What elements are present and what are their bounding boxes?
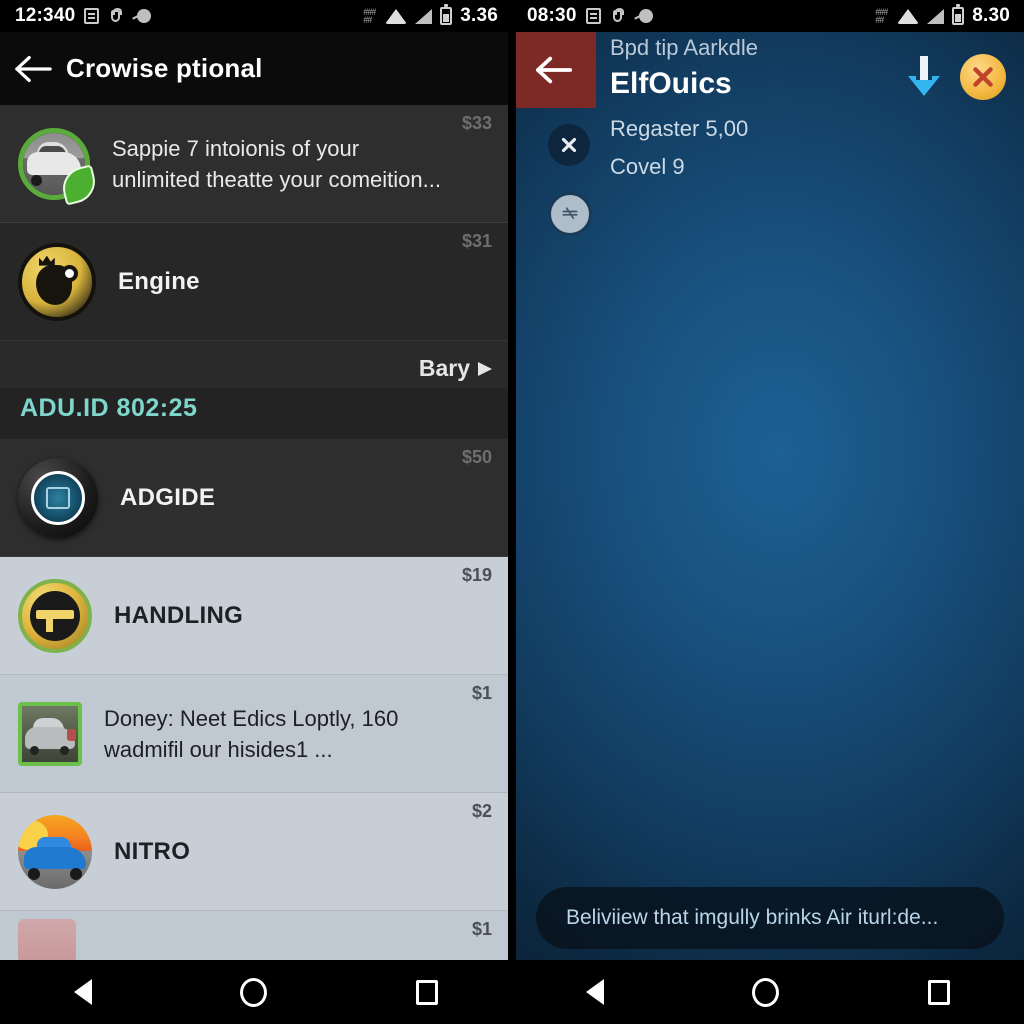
item-price: $1 bbox=[471, 919, 492, 939]
list-item[interactable]: $19 HANDLING bbox=[0, 557, 512, 675]
list-item[interactable]: $50 ADGIDE bbox=[0, 439, 512, 557]
app-icon bbox=[610, 8, 625, 24]
partial-row-icon bbox=[18, 918, 76, 960]
item-price: $50 bbox=[461, 447, 492, 467]
battery-level: 3.36 bbox=[460, 5, 498, 26]
item-price: $1 bbox=[471, 683, 492, 703]
item-label: Engine bbox=[118, 267, 200, 295]
item-price: $2 bbox=[471, 801, 492, 821]
adgide-badge-icon bbox=[18, 457, 98, 538]
header-title: ElfOuics bbox=[610, 67, 732, 100]
left-navigation-bar[interactable] bbox=[0, 960, 512, 1024]
wifi-icon bbox=[385, 8, 408, 24]
bary-link[interactable]: Bary bbox=[419, 355, 492, 382]
page-title: Crowise ptional bbox=[66, 53, 263, 83]
right-header: Bpd tip Aarkdle ElfOuics bbox=[512, 32, 1024, 114]
left-status-bar: 12:340 ### ## 3.36 bbox=[0, 0, 512, 32]
back-arrow-icon[interactable] bbox=[512, 32, 596, 108]
left-app-bar: Crowise ptional bbox=[0, 32, 512, 105]
back-arrow-glyph bbox=[15, 55, 52, 82]
overlay-toggle-icon[interactable] bbox=[548, 192, 592, 236]
toast-text: Beliviiew that imgully brinks Air iturl:… bbox=[566, 906, 939, 929]
nav-home-icon[interactable] bbox=[752, 977, 780, 1007]
left-phone-panel: 12:340 ### ## 3.36 Crowise ptional $33 S… bbox=[0, 0, 512, 1024]
countdown-timer: ADU.ID 802:25 bbox=[20, 394, 198, 422]
nav-recents-icon[interactable] bbox=[415, 979, 438, 1005]
section-header: Bary bbox=[0, 341, 512, 388]
handling-badge-icon bbox=[18, 578, 92, 653]
battery-level: 8.30 bbox=[972, 5, 1010, 26]
nitro-badge-icon bbox=[18, 814, 92, 889]
right-meta: Regaster 5,00 Covel 9 bbox=[610, 110, 748, 186]
panel-divider bbox=[508, 0, 516, 1024]
item-label: ADGIDE bbox=[120, 483, 216, 511]
item-description: Sappie 7 intoionis of your unlimited the… bbox=[112, 135, 441, 192]
bary-label: Bary bbox=[418, 355, 470, 381]
calendar-icon bbox=[84, 8, 100, 24]
arrow-right-icon bbox=[478, 361, 492, 376]
item-description: Doney: Neet Edics Loptly, 160 wadmifil o… bbox=[104, 705, 399, 762]
mute-icon bbox=[634, 8, 653, 24]
right-header-actions bbox=[906, 54, 1006, 100]
right-phone-panel: 08:30 ### ## 8.30 Bpd tip Aarkdle ElfOui… bbox=[512, 0, 1024, 1024]
toast-message: Beliviiew that imgully brinks Air iturl:… bbox=[536, 887, 1004, 949]
right-status-bar-left: 08:30 bbox=[512, 5, 653, 27]
upgrade-list[interactable]: $33 Sappie 7 intoionis of your unlimited… bbox=[0, 105, 512, 960]
nav-back-icon[interactable] bbox=[586, 979, 605, 1005]
nav-home-icon[interactable] bbox=[240, 977, 268, 1007]
list-item[interactable]: $2 NITRO bbox=[0, 793, 512, 911]
download-arrow-icon[interactable] bbox=[906, 54, 942, 100]
status-time: 08:30 bbox=[527, 5, 577, 26]
battery-icon bbox=[952, 4, 965, 25]
close-x-icon[interactable] bbox=[548, 124, 590, 166]
right-status-bar: 08:30 ### ## 8.30 bbox=[512, 0, 1024, 32]
left-status-bar-right: ### ## 3.36 bbox=[363, 4, 512, 27]
header-subtitle: Bpd tip Aarkdle bbox=[610, 35, 758, 60]
close-circle-icon[interactable] bbox=[960, 54, 1006, 100]
item-price: $31 bbox=[461, 231, 492, 251]
hash-icon: ### ## bbox=[875, 7, 888, 25]
list-item[interactable]: $1 Doney: Neet Edics Loptly, 160 wadmifi… bbox=[0, 675, 512, 793]
battery-icon bbox=[440, 4, 453, 25]
signal-icon bbox=[415, 8, 433, 24]
left-status-bar-left: 12:340 bbox=[0, 5, 152, 27]
list-item[interactable]: $33 Sappie 7 intoionis of your unlimited… bbox=[0, 105, 512, 223]
hash-icon: ### ## bbox=[363, 7, 376, 25]
timer-row: ADU.ID 802:25 bbox=[0, 388, 512, 439]
item-price: $33 bbox=[461, 113, 492, 133]
item-label: NITRO bbox=[114, 837, 191, 865]
car-thumbnail-icon bbox=[18, 701, 82, 766]
signal-icon bbox=[927, 8, 945, 24]
calendar-icon bbox=[585, 8, 601, 24]
engine-yinyang-icon bbox=[18, 242, 96, 321]
list-item[interactable]: $1 bbox=[0, 911, 512, 960]
item-label: HANDLING bbox=[114, 601, 244, 629]
close-glyph bbox=[973, 67, 993, 87]
meta-line-2: Covel 9 bbox=[610, 154, 685, 179]
close-x-glyph bbox=[561, 137, 577, 153]
list-item[interactable]: $31 Engine bbox=[0, 223, 512, 341]
screenshot-root: 12:340 ### ## 3.36 Crowise ptional $33 S… bbox=[0, 0, 1024, 1024]
right-status-bar-right: ### ## 8.30 bbox=[875, 4, 1024, 27]
download-glyph bbox=[908, 56, 940, 96]
right-header-titles: Bpd tip Aarkdle ElfOuics bbox=[596, 32, 758, 104]
car-avatar-green-icon bbox=[18, 127, 100, 206]
status-time: 12:340 bbox=[15, 5, 76, 26]
back-arrow-icon[interactable] bbox=[0, 54, 66, 84]
meta-line-1: Regaster 5,00 bbox=[610, 116, 749, 141]
nav-recents-icon[interactable] bbox=[927, 979, 950, 1005]
item-price: $19 bbox=[461, 565, 492, 585]
back-arrow-glyph bbox=[535, 56, 573, 84]
nav-back-icon[interactable] bbox=[74, 979, 93, 1005]
app-icon bbox=[108, 8, 123, 24]
wifi-icon bbox=[897, 8, 920, 24]
right-navigation-bar[interactable] bbox=[512, 960, 1024, 1024]
overlay-glyph bbox=[562, 207, 578, 219]
mute-icon bbox=[132, 8, 152, 24]
